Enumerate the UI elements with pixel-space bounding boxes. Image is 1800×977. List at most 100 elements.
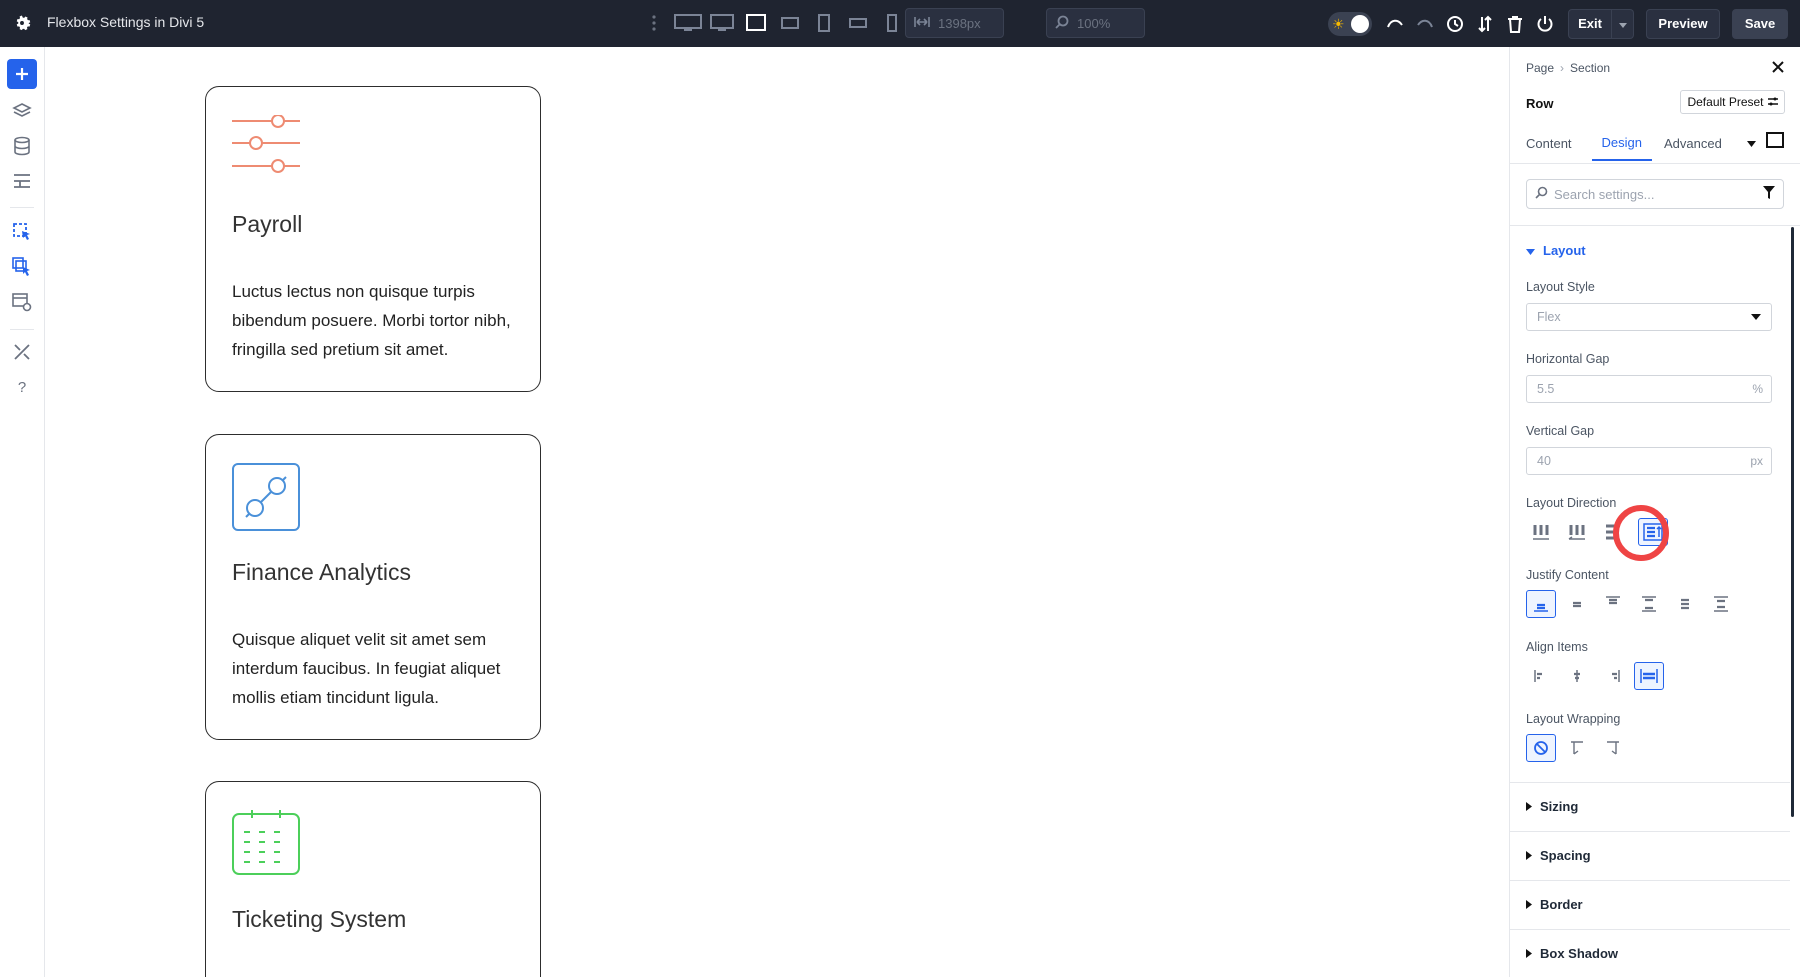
vertical-gap-input[interactable]: 40 px — [1526, 447, 1772, 475]
laptop-icon[interactable] — [742, 10, 770, 36]
wrap-icon[interactable] — [1562, 734, 1592, 762]
card-title: Ticketing System — [232, 906, 406, 933]
vertical-gap-label: Vertical Gap — [1526, 424, 1594, 438]
phone-landscape-icon[interactable] — [844, 10, 872, 36]
redo-icon[interactable] — [1410, 9, 1440, 39]
tab-design[interactable]: Design — [1592, 125, 1652, 161]
tablet-icon[interactable] — [810, 10, 838, 36]
caret-right-icon — [1526, 897, 1532, 912]
align-stretch-icon[interactable] — [1634, 662, 1664, 690]
tools-icon[interactable] — [7, 337, 37, 367]
chevron-down-icon — [1619, 16, 1627, 31]
close-icon[interactable] — [1768, 57, 1788, 77]
help-icon[interactable]: ? — [7, 372, 37, 402]
section-divider — [1510, 831, 1790, 832]
square-view-icon[interactable] — [1766, 132, 1784, 153]
caret-right-icon — [1526, 848, 1532, 863]
section-divider — [1510, 929, 1790, 930]
align-start-icon[interactable] — [1526, 662, 1556, 690]
section-divider — [1510, 782, 1790, 783]
horizontal-gap-label: Horizontal Gap — [1526, 352, 1609, 366]
preset-settings-icon — [1768, 95, 1778, 109]
panel-scrollbar[interactable] — [1791, 227, 1794, 817]
caret-right-icon — [1526, 799, 1532, 814]
theme-toggle[interactable]: ☀ — [1328, 12, 1372, 36]
page-settings-icon[interactable] — [7, 287, 37, 317]
breadcrumb-page[interactable]: Page — [1526, 61, 1554, 75]
preview-button[interactable]: Preview — [1646, 9, 1720, 39]
align-center-icon[interactable] — [1562, 662, 1592, 690]
section-box-shadow-header[interactable]: Box Shadow — [1526, 946, 1618, 961]
unit-label[interactable]: % — [1752, 382, 1763, 396]
justify-start-icon[interactable] — [1526, 590, 1556, 618]
settings-panel: Page › Section Row Default Preset Conten… — [1509, 47, 1800, 977]
justify-space-evenly-icon[interactable] — [1706, 590, 1736, 618]
link-icon — [232, 463, 300, 536]
card-text: Quisque aliquet velit sit amet sem inter… — [232, 625, 522, 712]
undo-icon[interactable] — [1380, 9, 1410, 39]
section-sizing-header[interactable]: Sizing — [1526, 799, 1578, 814]
calendar-icon — [232, 810, 300, 881]
trash-icon[interactable] — [1500, 9, 1530, 39]
caret-down-icon[interactable] — [1747, 134, 1756, 152]
zoom-input[interactable]: 100% — [1046, 8, 1145, 38]
canvas-width-input[interactable]: 1398px — [905, 8, 1004, 38]
card-title: Payroll — [232, 211, 302, 238]
direction-row-icon[interactable] — [1526, 518, 1556, 546]
phone-icon[interactable] — [878, 10, 906, 36]
breadcrumb-section[interactable]: Section — [1570, 61, 1610, 75]
tab-advanced[interactable]: Advanced — [1664, 125, 1732, 161]
sidebar-divider — [10, 207, 34, 208]
left-sidebar: ? — [0, 47, 45, 977]
select-element-icon[interactable] — [7, 217, 37, 247]
card-payroll[interactable]: Payroll Luctus lectus non quisque turpis… — [205, 86, 541, 392]
layout-direction-label: Layout Direction — [1526, 496, 1616, 510]
justify-content-options — [1526, 590, 1736, 618]
caret-down-icon — [1751, 314, 1761, 320]
desktop-icon[interactable] — [708, 10, 736, 36]
exit-button[interactable]: Exit — [1568, 9, 1612, 39]
tablet-landscape-icon[interactable] — [776, 10, 804, 36]
unit-label[interactable]: px — [1750, 454, 1763, 468]
justify-end-icon[interactable] — [1598, 590, 1628, 618]
justify-space-between-icon[interactable] — [1634, 590, 1664, 618]
layout-style-select[interactable]: Flex — [1526, 303, 1772, 331]
layers-icon[interactable] — [7, 96, 37, 126]
power-icon[interactable] — [1530, 9, 1560, 39]
multi-select-icon[interactable] — [7, 252, 37, 282]
exit-dropdown-button[interactable] — [1612, 9, 1634, 39]
section-border-header[interactable]: Border — [1526, 897, 1583, 912]
layout-wrapping-options — [1526, 734, 1628, 762]
justify-content-label: Justify Content — [1526, 568, 1609, 582]
device-switcher — [640, 10, 906, 36]
justify-space-around-icon[interactable] — [1670, 590, 1700, 618]
preset-button[interactable]: Default Preset — [1680, 90, 1785, 114]
section-spacing-header[interactable]: Spacing — [1526, 848, 1591, 863]
width-arrows-icon — [914, 16, 930, 31]
table-icon[interactable] — [7, 166, 37, 196]
card-ticketing-system[interactable]: Ticketing System — [205, 781, 541, 977]
widescreen-icon[interactable] — [674, 10, 702, 36]
save-button[interactable]: Save — [1732, 9, 1788, 39]
chevron-right-icon: › — [1560, 61, 1564, 75]
add-module-button[interactable] — [7, 59, 37, 89]
justify-center-icon[interactable] — [1562, 590, 1592, 618]
more-vertical-icon[interactable] — [640, 10, 668, 36]
highlight-ring — [1613, 505, 1669, 561]
element-label: Row — [1526, 96, 1553, 111]
search-settings-input[interactable]: Search settings... — [1526, 179, 1784, 209]
database-icon[interactable] — [7, 131, 37, 161]
wrap-reverse-icon[interactable] — [1598, 734, 1628, 762]
section-layout-header[interactable]: Layout — [1526, 243, 1586, 258]
sort-arrows-icon[interactable] — [1470, 9, 1500, 39]
direction-row-reverse-icon[interactable] — [1562, 518, 1592, 546]
tab-content[interactable]: Content — [1526, 125, 1582, 161]
no-wrap-icon[interactable] — [1526, 734, 1556, 762]
history-icon[interactable] — [1440, 9, 1470, 39]
horizontal-gap-input[interactable]: 5.5 % — [1526, 375, 1772, 403]
filter-icon[interactable] — [1763, 186, 1775, 202]
card-finance-analytics[interactable]: Finance Analytics Quisque aliquet velit … — [205, 434, 541, 740]
settings-gear-icon[interactable] — [11, 12, 33, 34]
align-end-icon[interactable] — [1598, 662, 1628, 690]
toolbar-actions: ☀ Exit Preview Save — [1328, 0, 1800, 47]
